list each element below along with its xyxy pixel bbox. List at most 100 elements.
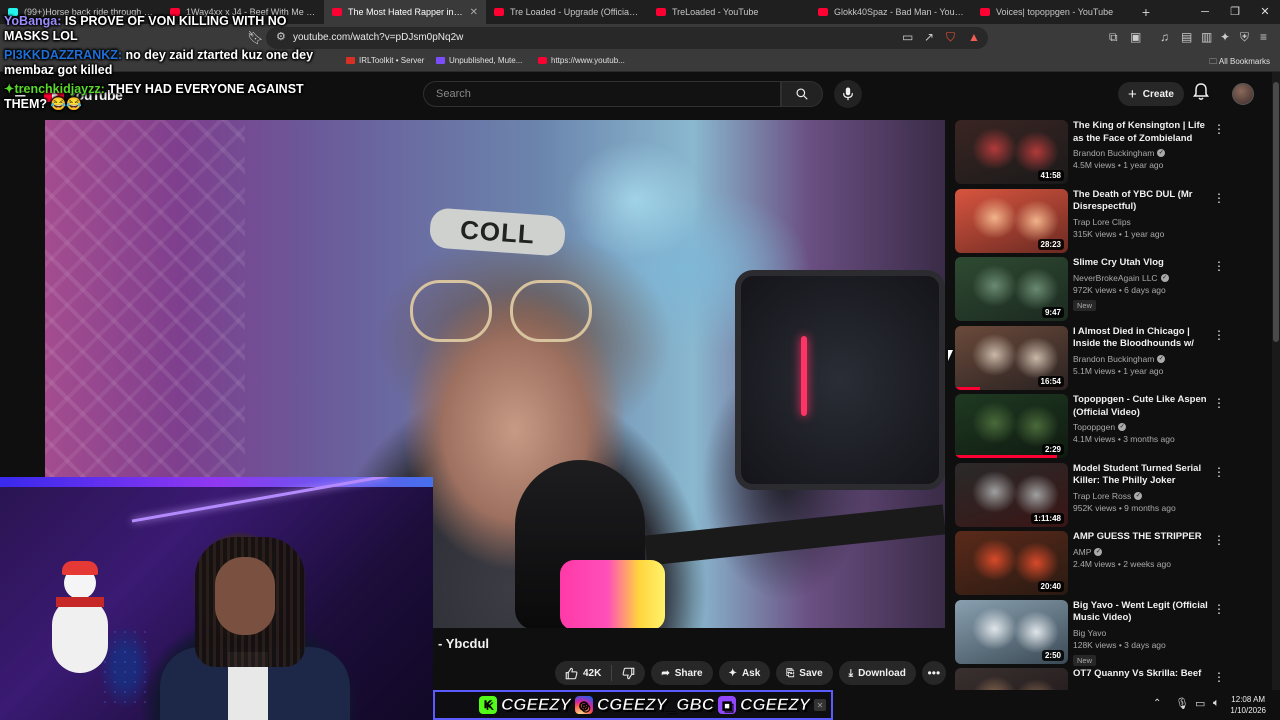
bookmark-irltoolkit[interactable]: IRLToolkit • Server	[346, 56, 424, 65]
brave-shield-icon[interactable]: ⛉	[946, 30, 955, 45]
instagram-icon: ◎	[574, 696, 593, 714]
like-button[interactable]: 42K	[555, 665, 613, 681]
cast-icon[interactable]: ▭	[902, 30, 913, 44]
tray-overflow-chevron-icon[interactable]: ⌃	[1153, 698, 1161, 709]
wallet-icon[interactable]: ▥	[1201, 30, 1212, 44]
video-thumbnail[interactable]: 2:50	[955, 599, 1068, 664]
watch-progress-bar	[955, 455, 1057, 458]
channel-name[interactable]: Big Yavo	[1073, 628, 1213, 638]
menu-icon[interactable]: ≡	[1260, 30, 1267, 44]
channel-name-text: Brandon Buckingham	[1073, 148, 1155, 158]
bookmark-youtube[interactable]: https://www.youtub...	[538, 56, 625, 65]
rewards-icon[interactable]: ▲	[968, 30, 980, 44]
download-button[interactable]: ⤓ Download	[838, 661, 916, 685]
maximize-icon[interactable]: ❐	[1220, 0, 1250, 24]
more-options-icon[interactable]: ⋮	[1213, 396, 1225, 410]
channel-name[interactable]: Topoppgen ✓	[1073, 422, 1213, 432]
sparkle-icon: ✦	[4, 82, 15, 96]
vpn-icon[interactable]: ⛨	[1240, 30, 1249, 45]
extension-icon[interactable]: ▣	[1130, 30, 1141, 44]
search-button[interactable]	[781, 81, 823, 107]
channel-name[interactable]: Brandon Buckingham ✓	[1073, 148, 1213, 158]
more-options-icon[interactable]: ⋮	[1213, 191, 1225, 205]
video-thumbnail[interactable]	[955, 668, 1068, 690]
video-thumbnail[interactable]: 20:40	[955, 531, 1068, 595]
notifications-bell-icon[interactable]	[1193, 83, 1209, 106]
channel-name[interactable]: Trap Lore Clips	[1073, 217, 1213, 227]
video-thumbnail[interactable]: 9:47	[955, 257, 1068, 321]
browser-tab[interactable]: The Most Hated Rapper in Pl ✕	[324, 0, 486, 24]
more-options-icon[interactable]: ⋮	[1213, 328, 1225, 342]
new-tab-icon[interactable]: +	[1134, 4, 1158, 20]
more-options-icon[interactable]: ⋮	[1213, 259, 1225, 273]
more-options-icon[interactable]: ⋮	[1213, 602, 1225, 616]
video-thumbnail[interactable]: 41:58	[955, 120, 1068, 184]
video-thumbnail[interactable]: 2:29	[955, 394, 1068, 458]
close-tab-icon[interactable]: ✕	[470, 7, 478, 18]
channel-name[interactable]: AMP ✓	[1073, 547, 1213, 557]
leo-icon[interactable]: ✦	[1220, 30, 1230, 44]
video-duration: 28:23	[1037, 238, 1064, 250]
network-icon[interactable]: ▭	[1195, 697, 1205, 710]
browser-tab[interactable]: TreLoaded - YouTube	[648, 0, 810, 24]
recommended-video[interactable]: OT7 Quanny Vs Skrilla: Beef ⋮	[955, 668, 1270, 690]
video-title[interactable]: Big Yavo - Went Legit (Official Music Vi…	[1073, 600, 1213, 625]
recommended-video[interactable]: 20:40 AMP GUESS THE STRIPPER AMP ✓ 2.4M view…	[955, 531, 1270, 595]
minimize-icon[interactable]: ─	[1190, 0, 1220, 24]
recommended-video[interactable]: 41:58 The King of Kensington | Life as th…	[955, 120, 1270, 184]
video-thumbnail[interactable]: 28:23	[955, 188, 1068, 253]
browser-tab[interactable]: Tre Loaded - Upgrade (Official Musi	[486, 0, 648, 24]
bookmark-unpublished[interactable]: Unpublished, Mute...	[436, 56, 522, 65]
share-page-icon[interactable]: ↗	[924, 30, 934, 44]
share-button[interactable]: ➦ Share	[651, 661, 713, 685]
video-title[interactable]: I Almost Died in Chicago | Inside the Bl…	[1073, 326, 1213, 351]
video-title[interactable]: Slime Cry Utah Vlog	[1073, 257, 1213, 270]
recommended-video[interactable]: 9:47 Slime Cry Utah Vlog NeverBrokeAgain L…	[955, 257, 1270, 321]
mic-tray-icon[interactable]: 🎙︎	[1175, 697, 1189, 710]
more-actions-button[interactable]: •••	[921, 661, 946, 685]
more-options-icon[interactable]: ⋮	[1213, 465, 1225, 479]
more-options-icon[interactable]: ⋮	[1213, 533, 1225, 547]
page-scrollbar[interactable]	[1272, 72, 1280, 690]
video-title[interactable]: Topoppgen - Cute Like Aspen (Official Vi…	[1073, 394, 1213, 419]
voice-search-button[interactable]	[834, 80, 862, 108]
recommended-video[interactable]: 2:29 Topoppgen - Cute Like Aspen (Officia…	[955, 394, 1270, 458]
music-icon[interactable]: ♫	[1160, 30, 1169, 44]
channel-name[interactable]: Brandon Buckingham ✓	[1073, 354, 1213, 364]
account-avatar[interactable]	[1232, 83, 1254, 105]
channel-name-text: Big Yavo	[1073, 627, 1107, 638]
search-input[interactable]	[424, 82, 780, 106]
video-title[interactable]: The Death of YBC DUL (Mr Disrespectful)	[1073, 189, 1213, 214]
channel-name[interactable]: Trap Lore Ross ✓	[1073, 491, 1213, 501]
recommended-video[interactable]: 28:23 The Death of YBC DUL (Mr Disrespect…	[955, 188, 1270, 253]
video-title[interactable]: Model Student Turned Serial Killer: The …	[1073, 463, 1213, 488]
recommended-video[interactable]: 2:50 Big Yavo - Went Legit (Official Musi…	[955, 599, 1270, 666]
video-title[interactable]: The King of Kensington | Life as the Fac…	[1073, 120, 1213, 145]
microphone-sleeve	[560, 560, 665, 628]
recommended-video[interactable]: 1:11:48 Model Student Turned Serial Kille…	[955, 462, 1270, 527]
volume-icon[interactable]: 🔈︎	[1213, 697, 1220, 710]
dislike-button[interactable]	[612, 667, 645, 680]
recommended-video[interactable]: 16:54 I Almost Died in Chicago | Inside t…	[955, 325, 1270, 390]
channel-name-text: Topoppgen	[1073, 422, 1116, 432]
all-bookmarks[interactable]: 🗀︎ All Bookmarks	[1209, 56, 1270, 70]
browser-tab[interactable]: Voices| topoppgen - YouTube	[972, 0, 1134, 24]
create-button[interactable]: + Create	[1118, 82, 1184, 106]
close-window-icon[interactable]: ✕	[1250, 0, 1280, 24]
ask-button[interactable]: ✦ Ask	[718, 661, 771, 685]
browser-tab[interactable]: Glokk40Spaz - Bad Man - YouTube	[810, 0, 972, 24]
video-thumbnail[interactable]: 1:11:48	[955, 462, 1068, 527]
channel-name[interactable]: NeverBrokeAgain LLC ✓	[1073, 273, 1213, 283]
scrollbar-thumb[interactable]	[1273, 82, 1279, 342]
video-thumbnail[interactable]: 16:54	[955, 325, 1068, 390]
video-title[interactable]: OT7 Quanny Vs Skrilla: Beef	[1073, 668, 1213, 681]
video-title[interactable]: AMP GUESS THE STRIPPER	[1073, 531, 1213, 544]
more-options-icon[interactable]: ⋮	[1213, 122, 1225, 136]
thumbs-up-icon	[565, 667, 578, 679]
system-clock[interactable]: 12:08 AM 1/10/2026	[1230, 694, 1266, 716]
extension-puzzle-icon[interactable]: ⧉	[1109, 30, 1118, 45]
save-button[interactable]: ⎘ Save	[776, 661, 833, 685]
sidebar-toggle-icon[interactable]: ▤	[1181, 30, 1192, 44]
omnibox[interactable]: ⚙︎ youtube.com/watch?v=pDJsm0pNq2w ▭ ↗ ⛉…	[266, 27, 988, 49]
more-options-icon[interactable]: ⋮	[1213, 670, 1225, 684]
